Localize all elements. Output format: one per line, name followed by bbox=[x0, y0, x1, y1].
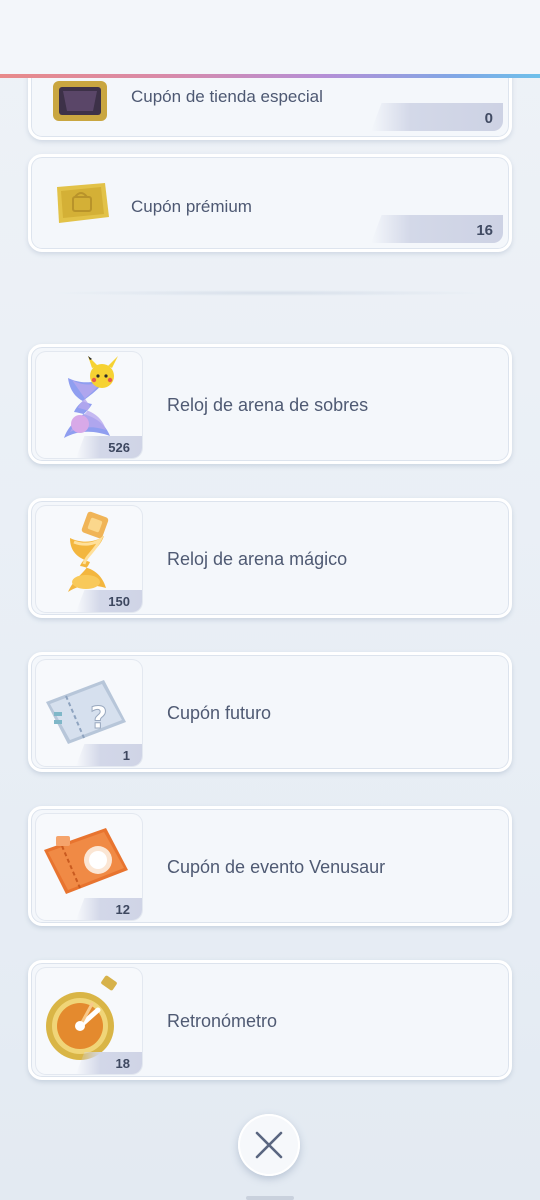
item-qty: 1 bbox=[122, 748, 130, 763]
item-qty: 150 bbox=[108, 594, 130, 609]
item-name: Retronómetro bbox=[167, 1011, 278, 1031]
future-coupon-icon: ? bbox=[46, 680, 126, 744]
item-card-stopwatch[interactable]: 18 Retronómetro bbox=[28, 960, 512, 1080]
stopwatch-icon bbox=[46, 975, 117, 1060]
item-icon-box: ? 1 bbox=[36, 660, 142, 766]
item-card-future-coupon[interactable]: ? 1 Cupón futuro bbox=[28, 652, 512, 772]
venusaur-event-coupon-icon bbox=[44, 828, 128, 894]
home-indicator bbox=[246, 1196, 294, 1200]
item-icon-box: 150 bbox=[36, 506, 142, 612]
coupon-count: 0 bbox=[484, 110, 493, 127]
item-name: Reloj de arena mágico bbox=[167, 549, 348, 569]
premium-coupon-icon bbox=[49, 177, 113, 234]
item-card-magic-hourglass[interactable]: 150 Reloj de arena mágico bbox=[28, 498, 512, 618]
header-accent-line bbox=[0, 74, 540, 78]
magic-hourglass-icon bbox=[68, 511, 109, 592]
item-name: Cupón de evento Venusaur bbox=[167, 857, 386, 877]
item-icon-box: 526 bbox=[36, 352, 142, 458]
item-qty: 526 bbox=[108, 440, 130, 455]
coupon-label: Cupón de tienda especial bbox=[131, 87, 323, 106]
item-icon-box: 18 bbox=[36, 968, 142, 1074]
item-qty: 18 bbox=[115, 1056, 130, 1071]
item-name: Reloj de arena de sobres bbox=[167, 395, 369, 415]
coupon-count: 16 bbox=[476, 222, 493, 239]
top-header bbox=[0, 0, 540, 78]
section-divider bbox=[50, 290, 490, 296]
item-qty: 12 bbox=[115, 902, 130, 917]
svg-text:?: ? bbox=[90, 701, 107, 736]
item-icon-box: 12 bbox=[36, 814, 142, 920]
pack-hourglass-icon bbox=[64, 356, 118, 438]
coupon-card-premium[interactable]: Cupón prémium 16 bbox=[28, 154, 512, 252]
close-button[interactable] bbox=[238, 1114, 300, 1176]
item-card-pack-hourglass[interactable]: 526 Reloj de arena de sobres bbox=[28, 344, 512, 464]
coupon-count-strip bbox=[371, 103, 503, 131]
close-icon bbox=[255, 1131, 283, 1159]
coupon-label: Cupón prémium bbox=[131, 197, 252, 216]
item-name: Cupón futuro bbox=[167, 703, 272, 723]
item-card-venusaur-coupon[interactable]: 12 Cupón de evento Venusaur bbox=[28, 806, 512, 926]
special-shop-coupon-icon bbox=[49, 75, 111, 130]
